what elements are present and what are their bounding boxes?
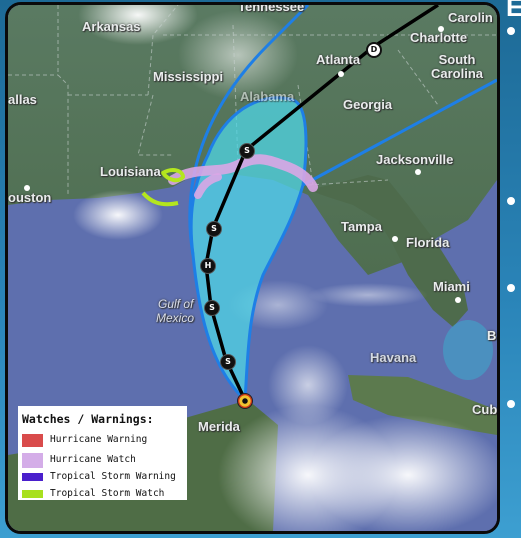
watches-warnings-legend: Watches / Warnings: Hurricane Warning Hu…	[18, 406, 187, 500]
legend-label: Tropical Storm Warning	[50, 471, 176, 482]
track-marker-storm: S	[204, 300, 220, 316]
label-cuba: Cub	[472, 402, 498, 417]
label-havana: Havana	[370, 350, 417, 365]
bullet-point	[507, 27, 515, 35]
legend-item-hurricane-warning: Hurricane Warning	[22, 433, 187, 448]
label-georgia: Georgia	[343, 97, 393, 112]
track-marker-storm: S	[220, 354, 236, 370]
track-marker-storm: S	[206, 221, 222, 237]
bullet-point	[507, 284, 515, 292]
legend-label: Tropical Storm Watch	[50, 488, 165, 499]
label-gulf-of-mexico-line2: Mexico	[156, 311, 195, 325]
bullet-point	[507, 197, 515, 205]
legend-label: Hurricane Warning	[50, 434, 148, 445]
storm-current-position-icon	[237, 393, 253, 409]
label-north-carolina: Carolin	[448, 10, 493, 25]
hurricane-warning-swatch	[22, 434, 43, 447]
label-miami: Miami	[433, 279, 470, 294]
label-gulf-of-mexico-line1: Gulf of	[158, 297, 194, 311]
tropical-storm-watch-swatch	[22, 490, 43, 498]
legend-item-hurricane-watch: Hurricane Watch	[22, 453, 187, 468]
track-marker-storm: S	[239, 143, 255, 159]
label-alabama: Alabama	[240, 89, 295, 104]
legend-item-tropical-storm-warning: Tropical Storm Warning	[22, 470, 187, 485]
city-dot-jacksonville	[415, 169, 421, 175]
city-dot-miami	[455, 297, 461, 303]
hurricane-watch-swatch	[22, 453, 43, 468]
tropical-storm-warning-swatch	[22, 473, 43, 481]
legend-item-tropical-storm-watch: Tropical Storm Watch	[22, 487, 187, 502]
label-tennessee: Tennessee	[238, 2, 305, 14]
label-dallas: allas	[8, 92, 37, 107]
label-louisiana: Louisiana	[100, 164, 161, 179]
city-dot-tampa	[392, 236, 398, 242]
label-merida: Merida	[198, 419, 240, 434]
label-florida: Florida	[406, 235, 450, 250]
bahamas-shallows	[443, 320, 493, 380]
city-dot-atlanta	[338, 71, 344, 77]
label-south-carolina: South Carolina	[430, 52, 483, 81]
label-arkansas: Arkansas	[82, 19, 141, 34]
label-mississippi: Mississippi	[153, 69, 224, 84]
slide-title: E	[506, 0, 521, 22]
label-atlanta: Atlanta	[316, 52, 361, 67]
label-houston: ouston	[8, 190, 52, 205]
legend-title: Watches / Warnings:	[22, 412, 154, 426]
track-marker-depression: D	[366, 42, 382, 58]
label-jacksonville: Jacksonville	[376, 152, 454, 167]
label-charlotte: Charlotte	[410, 30, 468, 45]
label-bahamas: B	[487, 328, 497, 343]
track-marker-hurricane: H	[200, 258, 216, 274]
bullet-point	[507, 400, 515, 408]
city-dot-charlotte	[438, 26, 444, 32]
city-dot-houston	[24, 185, 30, 191]
label-tampa: Tampa	[341, 219, 382, 234]
legend-label: Hurricane Watch	[50, 454, 136, 465]
